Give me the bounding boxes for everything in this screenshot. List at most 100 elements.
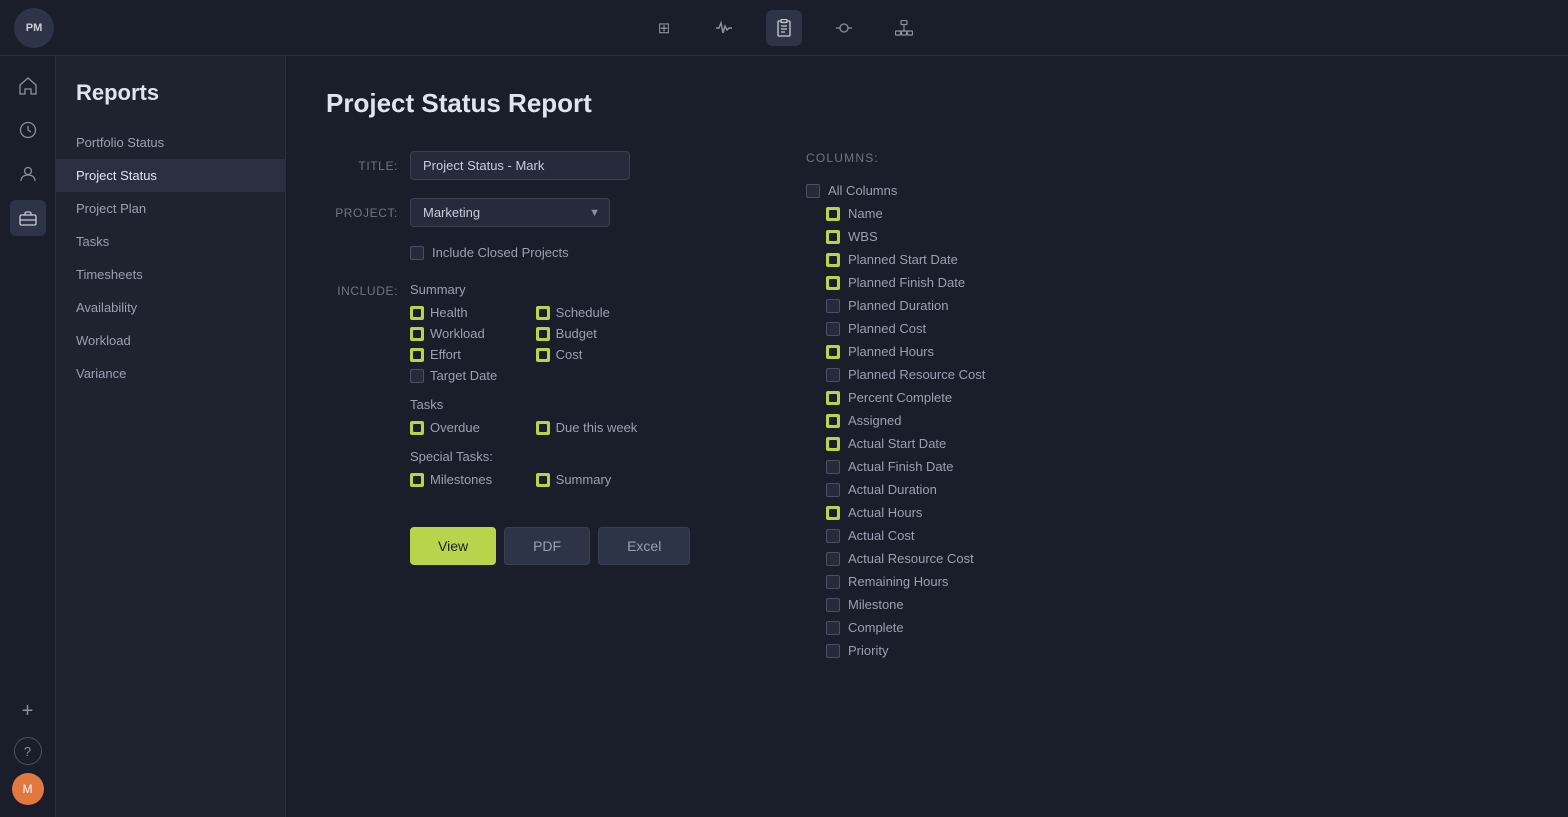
milestone-checkbox[interactable] bbox=[826, 598, 840, 612]
col-actual-finish-date[interactable]: Actual Finish Date bbox=[826, 455, 1118, 478]
target-date-check-item[interactable]: Target Date bbox=[410, 368, 512, 383]
cost-check-item[interactable]: Cost bbox=[536, 347, 638, 362]
effort-checkbox[interactable] bbox=[410, 348, 424, 362]
workload-check-item[interactable]: Workload bbox=[410, 326, 512, 341]
clipboard-icon[interactable] bbox=[766, 10, 802, 46]
sidebar-item-project-status[interactable]: Project Status bbox=[56, 159, 285, 192]
col-wbs[interactable]: WBS bbox=[826, 225, 1118, 248]
health-checkbox[interactable] bbox=[410, 306, 424, 320]
actual-finish-date-checkbox[interactable] bbox=[826, 460, 840, 474]
overdue-check-item[interactable]: Overdue bbox=[410, 420, 512, 435]
percent-complete-checkbox[interactable] bbox=[826, 391, 840, 405]
page-title: Project Status Report bbox=[326, 88, 1528, 119]
actual-duration-checkbox[interactable] bbox=[826, 483, 840, 497]
planned-finish-date-checkbox[interactable] bbox=[826, 276, 840, 290]
name-checkbox[interactable] bbox=[826, 207, 840, 221]
col-actual-duration[interactable]: Actual Duration bbox=[826, 478, 1118, 501]
schedule-check-item[interactable]: Schedule bbox=[536, 305, 638, 320]
actual-hours-checkbox[interactable] bbox=[826, 506, 840, 520]
col-all-columns[interactable]: All Columns bbox=[806, 179, 1118, 202]
pulse-icon[interactable] bbox=[706, 10, 742, 46]
special-tasks-label: Special Tasks: bbox=[410, 449, 637, 464]
summary-section-label: Summary bbox=[410, 282, 637, 297]
home-nav-icon[interactable] bbox=[10, 68, 46, 104]
actual-start-date-checkbox[interactable] bbox=[826, 437, 840, 451]
planned-resource-cost-checkbox[interactable] bbox=[826, 368, 840, 382]
sidebar-item-variance[interactable]: Variance bbox=[56, 357, 285, 390]
sidebar-item-project-plan[interactable]: Project Plan bbox=[56, 192, 285, 225]
target-date-checkbox[interactable] bbox=[410, 369, 424, 383]
col-percent-complete[interactable]: Percent Complete bbox=[826, 386, 1118, 409]
excel-button[interactable]: Excel bbox=[598, 527, 690, 565]
include-label: INCLUDE: bbox=[326, 282, 398, 511]
tasks-section-label: Tasks bbox=[410, 397, 637, 412]
col-remaining-hours[interactable]: Remaining Hours bbox=[826, 570, 1118, 593]
actual-cost-checkbox[interactable] bbox=[826, 529, 840, 543]
title-input[interactable] bbox=[410, 151, 630, 180]
summary-check-item[interactable]: Summary bbox=[536, 472, 638, 487]
col-actual-cost[interactable]: Actual Cost bbox=[826, 524, 1118, 547]
planned-cost-checkbox[interactable] bbox=[826, 322, 840, 336]
sidebar-item-timesheets[interactable]: Timesheets bbox=[56, 258, 285, 291]
priority-checkbox[interactable] bbox=[826, 644, 840, 658]
planned-start-date-checkbox[interactable] bbox=[826, 253, 840, 267]
planned-duration-checkbox[interactable] bbox=[826, 299, 840, 313]
wbs-checkbox[interactable] bbox=[826, 230, 840, 244]
col-actual-resource-cost[interactable]: Actual Resource Cost bbox=[826, 547, 1118, 570]
milestones-checkbox[interactable] bbox=[410, 473, 424, 487]
effort-check-item[interactable]: Effort bbox=[410, 347, 512, 362]
project-select[interactable]: Marketing bbox=[410, 198, 610, 227]
sidebar-item-workload[interactable]: Workload bbox=[56, 324, 285, 357]
people-nav-icon[interactable] bbox=[10, 156, 46, 192]
sidebar-item-tasks[interactable]: Tasks bbox=[56, 225, 285, 258]
clock-nav-icon[interactable] bbox=[10, 112, 46, 148]
planned-hours-checkbox[interactable] bbox=[826, 345, 840, 359]
pdf-button[interactable]: PDF bbox=[504, 527, 590, 565]
budget-check-item[interactable]: Budget bbox=[536, 326, 638, 341]
summary-checkbox[interactable] bbox=[536, 473, 550, 487]
col-complete[interactable]: Complete bbox=[826, 616, 1118, 639]
briefcase-nav-icon[interactable] bbox=[10, 200, 46, 236]
app-logo[interactable]: PM bbox=[14, 8, 54, 48]
sidebar-title: Reports bbox=[56, 80, 285, 126]
sidebar-item-availability[interactable]: Availability bbox=[56, 291, 285, 324]
title-label: TITLE: bbox=[326, 159, 398, 173]
col-planned-duration[interactable]: Planned Duration bbox=[826, 294, 1118, 317]
all-columns-checkbox[interactable] bbox=[806, 184, 820, 198]
link-icon[interactable] bbox=[826, 10, 862, 46]
due-this-week-check-item[interactable]: Due this week bbox=[536, 420, 638, 435]
col-milestone[interactable]: Milestone bbox=[826, 593, 1118, 616]
col-planned-hours[interactable]: Planned Hours bbox=[826, 340, 1118, 363]
include-closed-checkbox[interactable] bbox=[410, 246, 424, 260]
hierarchy-icon[interactable] bbox=[886, 10, 922, 46]
budget-checkbox[interactable] bbox=[536, 327, 550, 341]
scan-icon[interactable]: ⊞ bbox=[646, 10, 682, 46]
user-avatar[interactable]: M bbox=[12, 773, 44, 805]
due-this-week-checkbox[interactable] bbox=[536, 421, 550, 435]
col-actual-start-date[interactable]: Actual Start Date bbox=[826, 432, 1118, 455]
actual-resource-cost-checkbox[interactable] bbox=[826, 552, 840, 566]
col-actual-hours[interactable]: Actual Hours bbox=[826, 501, 1118, 524]
col-assigned[interactable]: Assigned bbox=[826, 409, 1118, 432]
project-label: PROJECT: bbox=[326, 206, 398, 220]
complete-checkbox[interactable] bbox=[826, 621, 840, 635]
plus-nav-icon[interactable]: + bbox=[10, 693, 46, 729]
milestones-check-item[interactable]: Milestones bbox=[410, 472, 512, 487]
health-check-item[interactable]: Health bbox=[410, 305, 512, 320]
workload-checkbox[interactable] bbox=[410, 327, 424, 341]
col-name[interactable]: Name bbox=[826, 202, 1118, 225]
remaining-hours-checkbox[interactable] bbox=[826, 575, 840, 589]
assigned-checkbox[interactable] bbox=[826, 414, 840, 428]
sidebar-item-portfolio-status[interactable]: Portfolio Status bbox=[56, 126, 285, 159]
overdue-checkbox[interactable] bbox=[410, 421, 424, 435]
view-button[interactable]: View bbox=[410, 527, 496, 565]
col-planned-start-date[interactable]: Planned Start Date bbox=[826, 248, 1118, 271]
cost-checkbox[interactable] bbox=[536, 348, 550, 362]
col-planned-resource-cost[interactable]: Planned Resource Cost bbox=[826, 363, 1118, 386]
include-closed-label: Include Closed Projects bbox=[432, 245, 569, 260]
col-planned-cost[interactable]: Planned Cost bbox=[826, 317, 1118, 340]
schedule-checkbox[interactable] bbox=[536, 306, 550, 320]
col-planned-finish-date[interactable]: Planned Finish Date bbox=[826, 271, 1118, 294]
help-nav-icon[interactable]: ? bbox=[14, 737, 42, 765]
col-priority[interactable]: Priority bbox=[826, 639, 1118, 662]
